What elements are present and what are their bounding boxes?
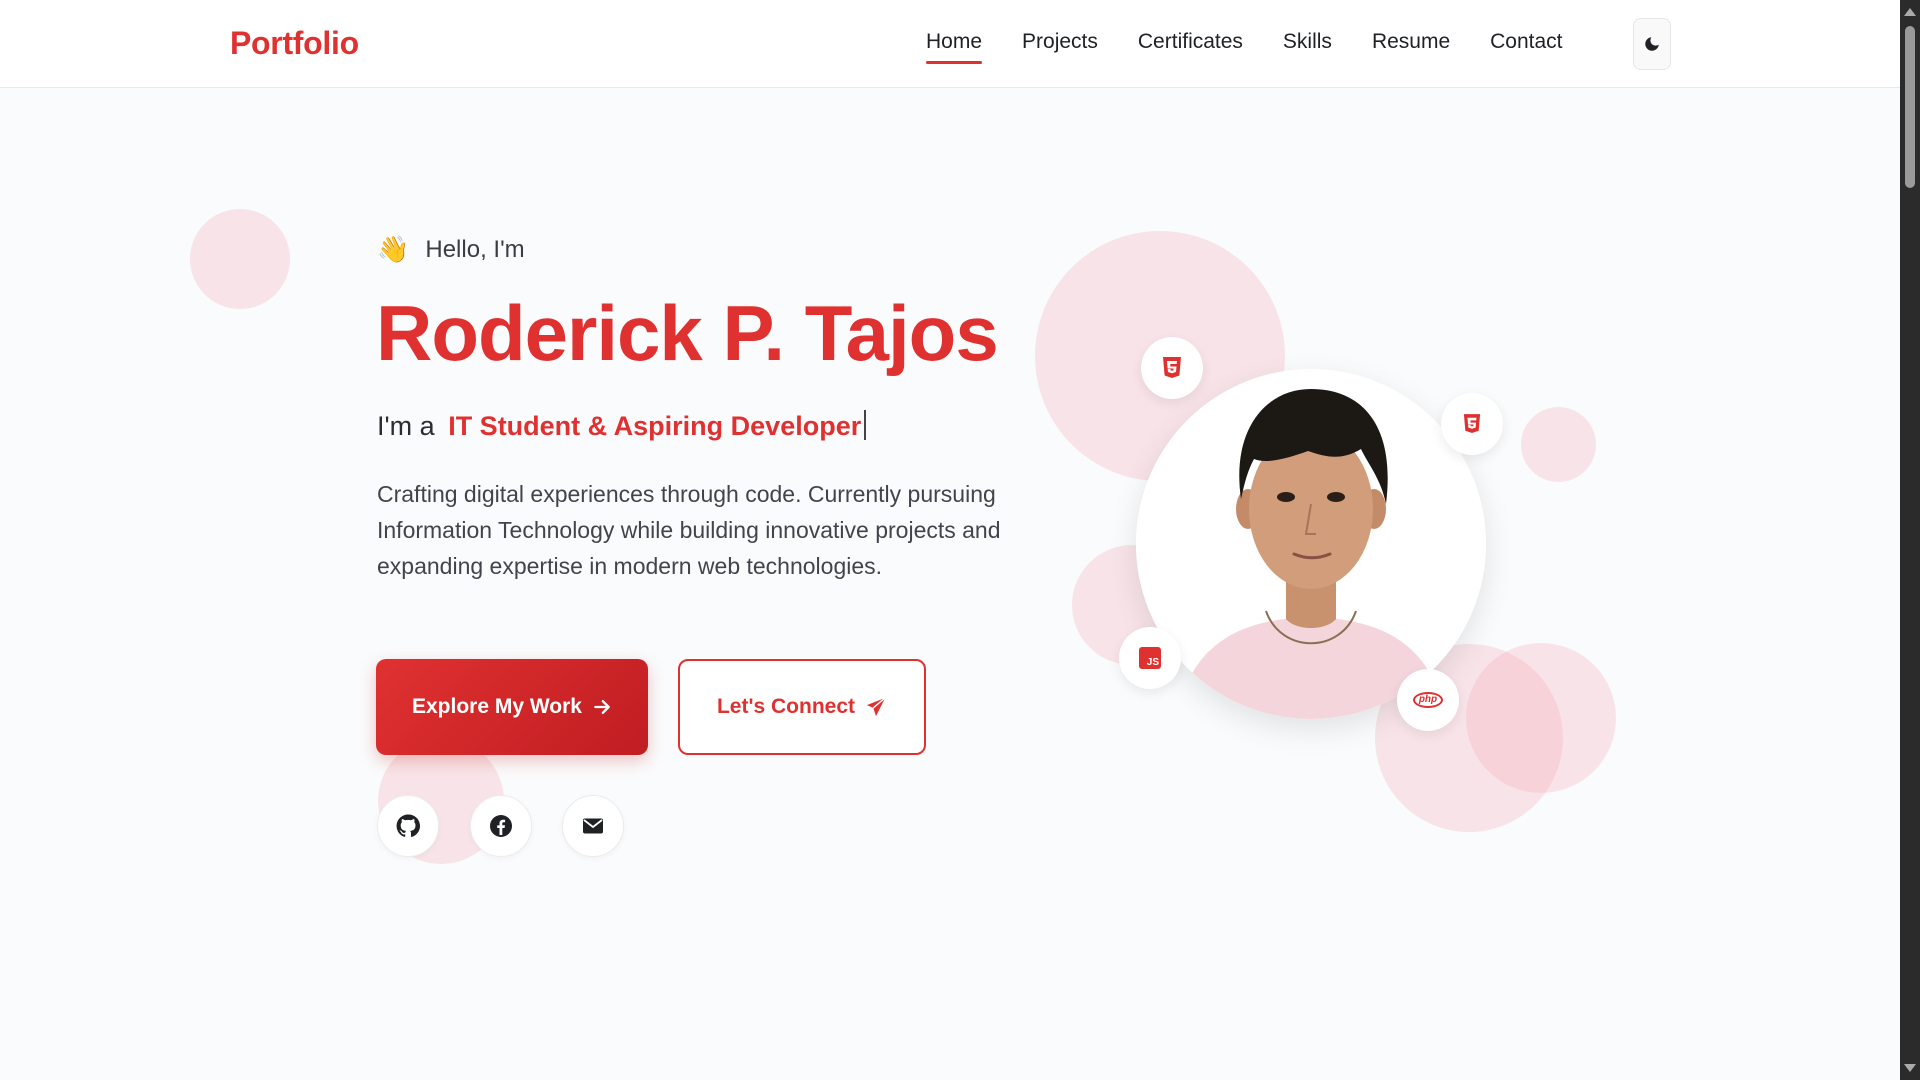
profile-illustration (1136, 369, 1486, 719)
hero-description: Crafting digital experiences through cod… (377, 481, 1001, 579)
scroll-down-arrow-icon[interactable] (1904, 1064, 1916, 1072)
scrollbar-thumb[interactable] (1905, 26, 1915, 188)
html5-icon (1163, 357, 1181, 378)
role-line: I'm a IT Student & Aspiring Developer (377, 410, 867, 442)
email-link[interactable] (562, 795, 624, 857)
greeting-text: Hello, I'm (425, 235, 525, 263)
github-icon (396, 814, 420, 838)
typing-caret (864, 410, 867, 440)
nav-projects[interactable]: Projects (1022, 30, 1098, 62)
logo[interactable]: Portfolio (230, 25, 359, 62)
main-nav: Home Projects Certificates Skills Resume… (926, 30, 1603, 64)
javascript-text: JS (1146, 657, 1159, 668)
nav-certificates[interactable]: Certificates (1138, 30, 1243, 62)
paper-plane-icon (865, 696, 887, 718)
role-text: IT Student & Aspiring Developer (448, 411, 862, 441)
html5-badge (1141, 337, 1203, 399)
lets-connect-label: Let's Connect (716, 695, 855, 718)
facebook-link[interactable] (470, 795, 532, 857)
php-icon: php (1413, 692, 1443, 708)
lets-connect-button[interactable]: Let's Connect (678, 659, 926, 755)
facebook-icon (490, 815, 512, 837)
decor-circle (1521, 407, 1596, 482)
html5-icon (1463, 414, 1481, 433)
scroll-up-arrow-icon[interactable] (1904, 8, 1916, 16)
arrow-right-icon (592, 697, 612, 717)
moon-icon (1645, 37, 1659, 51)
github-link[interactable] (377, 795, 439, 857)
nav-resume[interactable]: Resume (1372, 30, 1450, 62)
page-scrollbar[interactable] (1900, 0, 1920, 1080)
decor-circle (1466, 643, 1616, 793)
php-badge: php (1397, 669, 1459, 731)
profile-photo (1136, 369, 1486, 719)
explore-work-button[interactable]: Explore My Work (376, 659, 648, 755)
html5-badge (1441, 393, 1503, 455)
wave-emoji: 👋 (377, 234, 410, 264)
site-header: Portfolio Home Projects Certificates Ski… (0, 0, 1900, 88)
javascript-icon: JS (1139, 647, 1161, 669)
php-text: php (1418, 694, 1438, 705)
explore-work-label: Explore My Work (412, 695, 582, 718)
nav-contact[interactable]: Contact (1490, 30, 1562, 62)
nav-home[interactable]: Home (926, 30, 983, 64)
role-prefix: I'm a (377, 411, 435, 441)
hero-name: Roderick P. Tajos (376, 289, 999, 377)
decor-circle (190, 209, 290, 309)
mail-icon (583, 818, 603, 834)
javascript-badge: JS (1119, 627, 1181, 689)
page: Portfolio Home Projects Certificates Ski… (0, 0, 1920, 1080)
nav-skills[interactable]: Skills (1283, 30, 1332, 62)
greeting: 👋 Hello, I'm (377, 234, 525, 265)
theme-toggle-button[interactable] (1633, 18, 1671, 70)
